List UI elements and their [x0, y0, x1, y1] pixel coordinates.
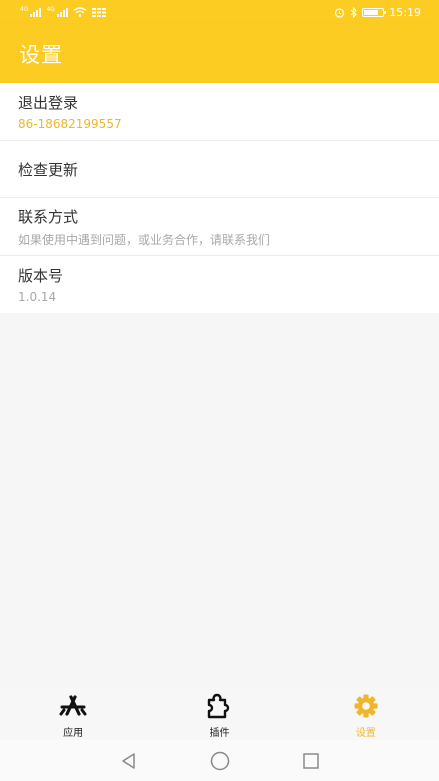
- alarm-icon: [335, 7, 345, 18]
- bottom-nav: 应用 插件 设置: [0, 688, 439, 740]
- status-right-group: 15:19: [334, 6, 421, 19]
- status-bar: 4G 4G 15:19: [0, 0, 439, 24]
- signal-2-label: 4G: [46, 6, 55, 13]
- signal-1-icon: 4G: [20, 6, 42, 17]
- tab-apps[interactable]: 应用: [0, 688, 146, 740]
- gear-icon: [354, 694, 378, 718]
- contact-item[interactable]: 联系方式 如果使用中遇到问题，或业务合作，请联系我们: [0, 198, 439, 256]
- settings-list: 退出登录 86-18682199557 检查更新 联系方式 如果使用中遇到问题，…: [0, 83, 439, 313]
- tab-settings-label: 设置: [355, 728, 376, 739]
- version-item: 版本号 1.0.14: [0, 256, 439, 313]
- wifi-icon: [73, 7, 87, 17]
- logout-item[interactable]: 退出登录 86-18682199557: [0, 83, 439, 141]
- signal-2-icon: 4G: [46, 6, 68, 17]
- recents-icon[interactable]: [301, 751, 321, 771]
- status-left-group: 4G 4G: [20, 6, 106, 17]
- check-update-title: 检查更新: [18, 160, 79, 179]
- battery-icon: [362, 7, 387, 17]
- bluetooth-icon: [350, 6, 358, 18]
- contact-title: 联系方式: [18, 207, 79, 226]
- home-icon[interactable]: [209, 750, 231, 772]
- back-icon[interactable]: [119, 751, 139, 771]
- version-number: 1.0.14: [18, 290, 57, 304]
- system-nav-bar: [0, 740, 439, 781]
- page-title: 设置: [19, 42, 63, 67]
- contact-description: 如果使用中遇到问题，或业务合作，请联系我们: [18, 232, 271, 247]
- tab-plugins-label: 插件: [209, 728, 230, 739]
- puzzle-icon: [208, 693, 230, 719]
- tab-settings[interactable]: 设置: [293, 688, 439, 740]
- app-store-icon: [59, 695, 87, 716]
- data-transfer-icon: [91, 7, 106, 17]
- status-time: 15:19: [389, 5, 421, 19]
- signal-1-label: 4G: [20, 6, 29, 13]
- logout-title: 退出登录: [18, 94, 79, 112]
- app-bar: 设置: [0, 24, 439, 83]
- version-title: 版本号: [18, 267, 64, 285]
- check-update-item[interactable]: 检查更新: [0, 141, 439, 198]
- tab-apps-label: 应用: [63, 728, 84, 739]
- logout-account: 86-18682199557: [18, 117, 122, 131]
- tab-plugins[interactable]: 插件: [146, 688, 292, 740]
